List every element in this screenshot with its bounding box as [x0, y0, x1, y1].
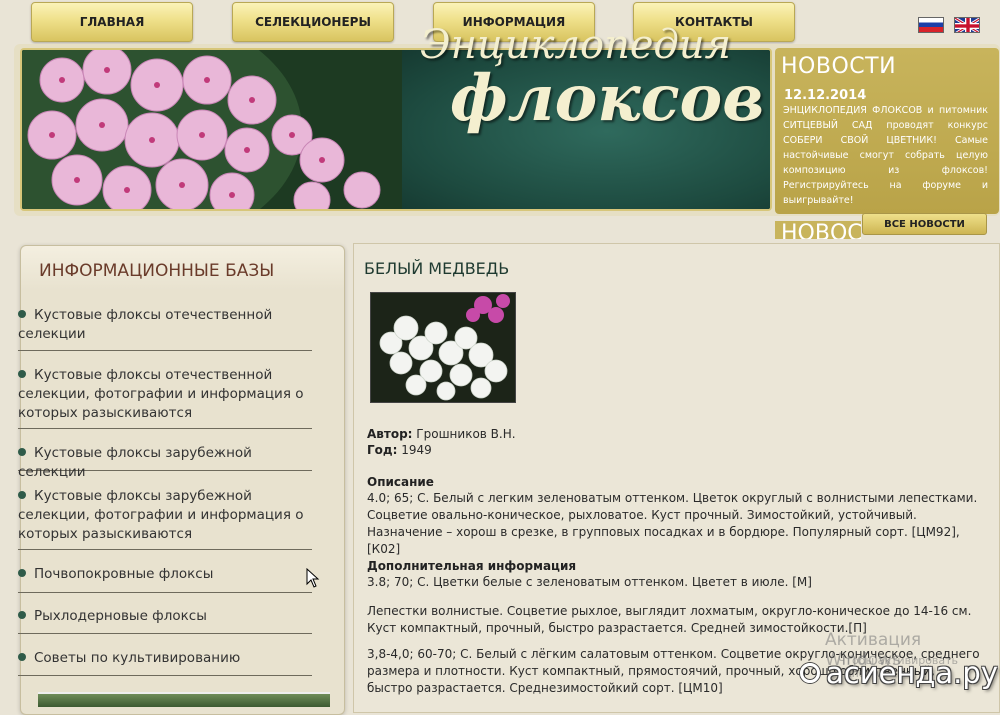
- sidebar-item-label: Советы по культивированию: [34, 650, 241, 666]
- bullet-icon: [18, 569, 26, 577]
- sidebar-item-domestic-bush[interactable]: Кустовые флоксы отечественной селекции: [18, 305, 312, 351]
- description-text: 4.0; 65; С. Белый с легким зеленоватым о…: [367, 491, 978, 556]
- extra-info-heading: Дополнительная информация: [367, 559, 577, 573]
- bullet-icon: [18, 653, 26, 661]
- sidebar-item-label: Почвопокровные флоксы: [34, 566, 214, 582]
- nav-home[interactable]: ГЛАВНАЯ: [31, 2, 193, 42]
- year-label: Год:: [367, 443, 398, 457]
- bullet-icon: [18, 491, 26, 499]
- sidebar-title: ИНФОРМАЦИОННЫЕ БАЗЫ: [39, 261, 275, 281]
- site-title-line1: Энциклопедия: [420, 22, 732, 68]
- variety-title: БЕЛЫЙ МЕДВЕДЬ: [364, 259, 510, 278]
- sidebar-item-label: Кустовые флоксы отечественной селекции: [18, 307, 273, 342]
- news-text[interactable]: ЭНЦИКЛОПЕДИЯ ФЛОКСОВ и питомник СИТЦЕВЫЙ…: [783, 103, 988, 208]
- phlox-flowers-image: [22, 50, 442, 209]
- bullet-icon: [18, 310, 26, 318]
- news-date: 12.12.2014: [784, 88, 867, 103]
- sidebar-item-label: Рыхлодерновые флоксы: [34, 608, 207, 624]
- author-value: Грошников В.Н.: [416, 427, 516, 441]
- sidebar-item-loose-sod[interactable]: Рыхлодерновые флоксы: [18, 607, 312, 634]
- news-heading: НОВОСТИ: [781, 54, 897, 79]
- sidebar-item-cultivation-tips[interactable]: Советы по культивированию: [18, 649, 312, 676]
- description-heading: Описание: [367, 475, 434, 489]
- news-heading-duplicate: НОВОСТИ: [775, 221, 861, 239]
- logo-circle-icon: [800, 663, 820, 683]
- sidebar-item-foreign-bush[interactable]: Кустовые флоксы зарубежной селекции: [18, 444, 312, 480]
- mouse-cursor-icon: [306, 568, 320, 588]
- extra-info-1: 3.8; 70; С. Цветки белые с зеленоватым о…: [367, 575, 812, 589]
- sidebar-item-domestic-bush-wanted[interactable]: Кустовые флоксы отечественной селекции, …: [18, 366, 312, 429]
- author-label: Автор:: [367, 427, 413, 441]
- variety-photo[interactable]: [370, 292, 516, 403]
- russian-flag-icon[interactable]: [918, 17, 944, 33]
- uk-flag-icon[interactable]: [954, 17, 980, 33]
- all-news-button[interactable]: ВСЕ НОВОСТИ: [862, 213, 987, 235]
- sidebar-item-groundcover[interactable]: Почвопокровные флоксы: [18, 565, 312, 593]
- sidebar-item-label: Кустовые флоксы отечественной селекции, …: [18, 367, 304, 421]
- sidebar-item-label: Кустовые флоксы зарубежной селекции, фот…: [18, 488, 304, 542]
- year-line: Год: 1949: [367, 442, 982, 459]
- white-phlox-image: [371, 293, 515, 402]
- year-value: 1949: [401, 443, 432, 457]
- bullet-icon: [18, 370, 26, 378]
- site-title: Энциклопедия флоксов: [420, 22, 765, 136]
- nav-breeders[interactable]: СЕЛЕКЦИОНЕРЫ: [232, 2, 394, 42]
- site-logo-watermark: асиенда.ру: [800, 656, 998, 690]
- news-panel: НОВОСТИ 12.12.2014 ЭНЦИКЛОПЕДИЯ ФЛОКСОВ …: [775, 48, 999, 214]
- bullet-icon: [18, 448, 26, 456]
- site-title-line2: флоксов: [450, 61, 765, 136]
- sidebar-item-foreign-bush-wanted[interactable]: Кустовые флоксы зарубежной селекции, фот…: [18, 487, 312, 550]
- bullet-icon: [18, 611, 26, 619]
- author-line: Автор: Грошников В.Н.: [367, 426, 982, 443]
- site-logo-text: асиенда.ру: [826, 656, 998, 690]
